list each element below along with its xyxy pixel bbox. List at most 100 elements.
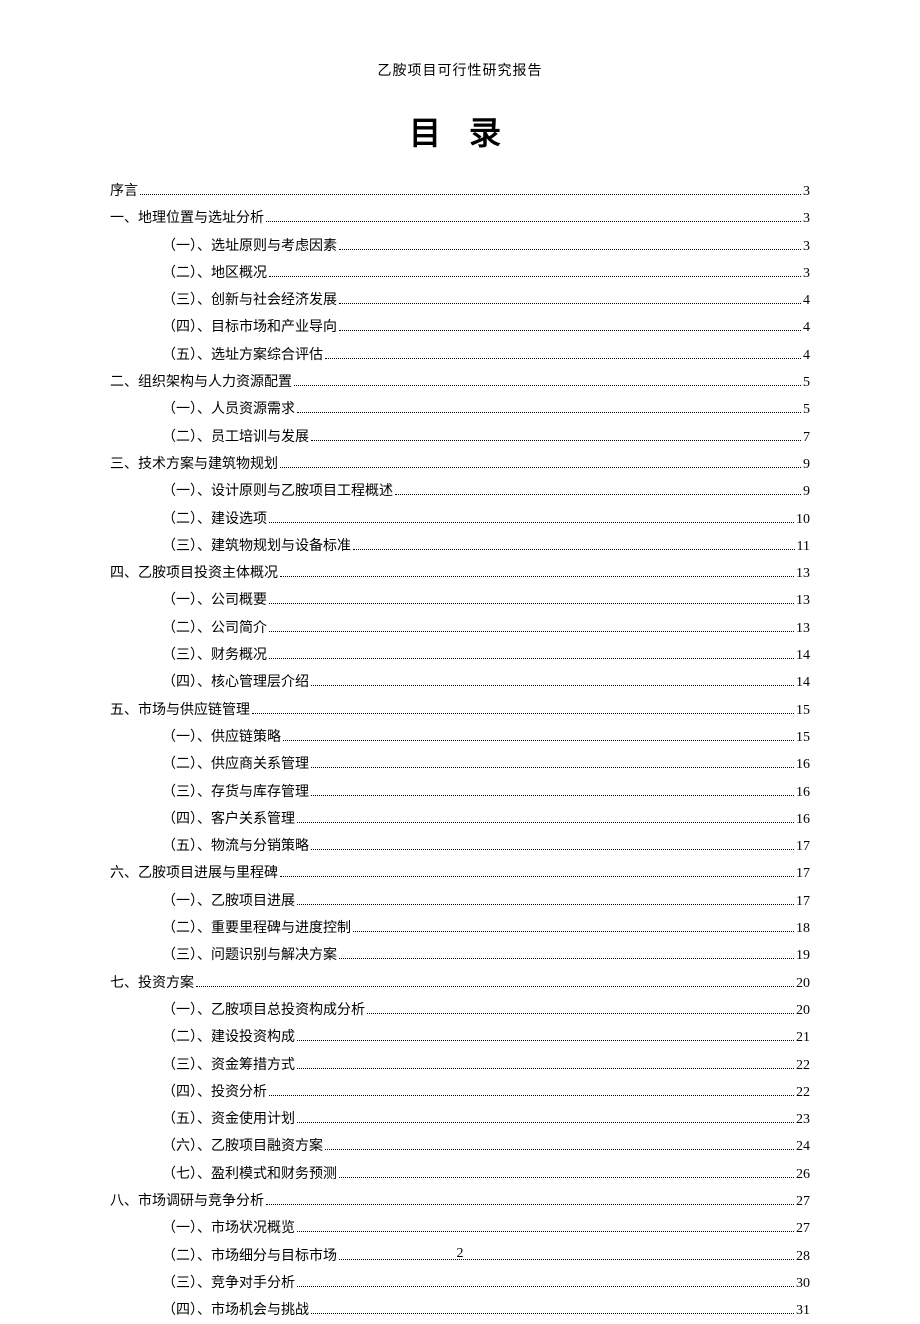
toc-entry[interactable]: （七）、盈利模式和财务预测26 (110, 1161, 810, 1188)
toc-title: 目 录 (110, 108, 810, 154)
toc-entry[interactable]: （三）、存货与库存管理 16 (110, 779, 810, 806)
toc-entry[interactable]: （五）、物流与分销策略17 (110, 833, 810, 860)
toc-entry-page: 30 (796, 1270, 810, 1297)
toc-entry[interactable]: （一）、供应链策略15 (110, 724, 810, 751)
toc-dots (269, 1095, 794, 1096)
toc-entry-label: （五）、资金使用计划 (110, 1106, 295, 1133)
toc-dots (297, 1040, 794, 1041)
toc-entry-page: 4 (803, 342, 810, 369)
toc-entry-page: 3 (803, 205, 810, 232)
toc-entry-page: 20 (796, 997, 810, 1024)
toc-entry-label: （一）、公司概要 (110, 587, 267, 614)
toc-entry[interactable]: （一）、人员资源需求5 (110, 396, 810, 423)
table-of-contents: 序言3一、地理位置与选址分析3（一）、选址原则与考虑因素3（二）、地区概况3（三… (110, 178, 810, 1324)
toc-entry-label: （四）、投资分析 (110, 1079, 267, 1106)
toc-entry[interactable]: （二）、供应商关系管理16 (110, 751, 810, 778)
toc-entry-label: （一）、供应链策略 (110, 724, 281, 751)
toc-entry[interactable]: 六、乙胺项目进展与里程碑17 (110, 860, 810, 887)
toc-dots (280, 467, 801, 468)
toc-entry[interactable]: （四）、投资分析 22 (110, 1079, 810, 1106)
toc-entry[interactable]: 二、组织架构与人力资源配置5 (110, 369, 810, 396)
toc-entry[interactable]: （三）、资金筹措方式22 (110, 1052, 810, 1079)
toc-entry[interactable]: （三）、财务概况14 (110, 642, 810, 669)
toc-entry-page: 4 (803, 287, 810, 314)
toc-entry-page: 3 (803, 260, 810, 287)
toc-entry[interactable]: （二）、重要里程碑与进度控制18 (110, 915, 810, 942)
toc-dots (280, 876, 794, 877)
toc-entry[interactable]: （四）、目标市场和产业导向4 (110, 314, 810, 341)
toc-entry-page: 27 (796, 1188, 810, 1215)
toc-dots (353, 549, 795, 550)
toc-dots (297, 1068, 794, 1069)
toc-dots (311, 767, 794, 768)
toc-entry[interactable]: 五、市场与供应链管理15 (110, 697, 810, 724)
toc-entry-label: （三）、创新与社会经济发展 (110, 287, 337, 314)
toc-dots (283, 740, 794, 741)
toc-entry[interactable]: （一）、设计原则与乙胺项目工程概述9 (110, 478, 810, 505)
toc-entry-page: 3 (803, 178, 810, 205)
toc-entry[interactable]: 三、技术方案与建筑物规划9 (110, 451, 810, 478)
toc-dots (140, 194, 801, 195)
toc-entry-label: （四）、核心管理层介绍 (110, 669, 309, 696)
toc-entry-page: 22 (796, 1079, 810, 1106)
toc-entry[interactable]: （二）、建设选项10 (110, 506, 810, 533)
toc-entry-page: 17 (796, 888, 810, 915)
toc-entry[interactable]: （一）、市场状况概览27 (110, 1215, 810, 1242)
toc-entry-label: （一）、乙胺项目进展 (110, 888, 295, 915)
toc-entry-page: 14 (796, 669, 810, 696)
toc-entry-label: （一）、乙胺项目总投资构成分析 (110, 997, 365, 1024)
toc-entry[interactable]: （一）、选址原则与考虑因素3 (110, 233, 810, 260)
toc-entry-page: 9 (803, 478, 810, 505)
toc-entry[interactable]: （四）、核心管理层介绍 14 (110, 669, 810, 696)
toc-dots (339, 249, 801, 250)
toc-entry-label: （三）、建筑物规划与设备标准 (110, 533, 351, 560)
toc-entry-page: 31 (796, 1297, 810, 1324)
toc-entry[interactable]: （二）、地区概况3 (110, 260, 810, 287)
toc-entry-label: （四）、客户关系管理 (110, 806, 295, 833)
toc-dots (269, 658, 794, 659)
toc-entry-label: （三）、财务概况 (110, 642, 267, 669)
toc-dots (395, 494, 801, 495)
toc-entry-page: 17 (796, 860, 810, 887)
toc-entry-page: 16 (796, 779, 810, 806)
toc-entry[interactable]: （五）、选址方案综合评估4 (110, 342, 810, 369)
toc-entry-page: 13 (796, 615, 810, 642)
toc-entry[interactable]: 八、市场调研与竞争分析27 (110, 1188, 810, 1215)
toc-entry[interactable]: （三）、竞争对手分析30 (110, 1270, 810, 1297)
toc-entry[interactable]: （五）、资金使用计划 23 (110, 1106, 810, 1133)
toc-entry-label: （七）、盈利模式和财务预测 (110, 1161, 337, 1188)
toc-entry-page: 5 (803, 396, 810, 423)
toc-entry-page: 16 (796, 751, 810, 778)
toc-entry[interactable]: （四）、客户关系管理16 (110, 806, 810, 833)
toc-entry[interactable]: （六）、乙胺项目融资方案24 (110, 1133, 810, 1160)
toc-dots (297, 822, 794, 823)
toc-entry-label: （三）、存货与库存管理 (110, 779, 309, 806)
toc-dots (196, 986, 794, 987)
toc-entry[interactable]: （三）、问题识别与解决方案19 (110, 942, 810, 969)
toc-entry-page: 19 (796, 942, 810, 969)
toc-entry[interactable]: 四、乙胺项目投资主体概况13 (110, 560, 810, 587)
toc-entry[interactable]: （三）、建筑物规划与设备标准11 (110, 533, 810, 560)
toc-entry[interactable]: 七、投资方案20 (110, 970, 810, 997)
toc-entry-label: （五）、物流与分销策略 (110, 833, 309, 860)
toc-entry[interactable]: （一）、乙胺项目进展 17 (110, 888, 810, 915)
toc-entry-page: 3 (803, 233, 810, 260)
toc-entry-label: （二）、公司简介 (110, 615, 267, 642)
toc-entry[interactable]: （二）、建设投资构成21 (110, 1024, 810, 1051)
toc-entry-page: 24 (796, 1133, 810, 1160)
toc-entry-label: 七、投资方案 (110, 970, 194, 997)
toc-entry-label: 序言 (110, 178, 138, 205)
toc-entry[interactable]: （三）、创新与社会经济发展 4 (110, 287, 810, 314)
toc-entry[interactable]: （一）、乙胺项目总投资构成分析 20 (110, 997, 810, 1024)
toc-dots (311, 1313, 794, 1314)
toc-entry[interactable]: 序言 3 (110, 178, 810, 205)
toc-dots (269, 603, 794, 604)
toc-entry[interactable]: （二）、员工培训与发展7 (110, 424, 810, 451)
toc-entry[interactable]: （四）、市场机会与挑战31 (110, 1297, 810, 1324)
toc-entry[interactable]: （一）、公司概要13 (110, 587, 810, 614)
toc-entry-page: 27 (796, 1215, 810, 1242)
toc-dots (297, 412, 801, 413)
toc-entry[interactable]: （二）、公司简介 13 (110, 615, 810, 642)
toc-entry[interactable]: 一、地理位置与选址分析3 (110, 205, 810, 232)
toc-entry-page: 23 (796, 1106, 810, 1133)
